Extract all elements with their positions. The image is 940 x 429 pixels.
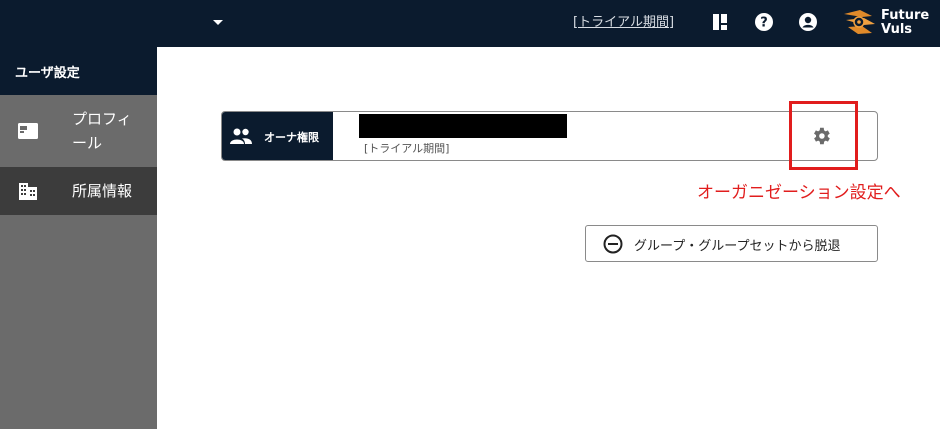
people-icon	[230, 128, 252, 144]
logo-text-line1: Future	[881, 8, 930, 23]
building-icon	[19, 183, 37, 200]
logo-text: Future Vuls	[881, 9, 929, 37]
svg-text:?: ?	[760, 16, 768, 31]
logo-text-line2: Vuls	[881, 22, 913, 37]
role-label: オーナ権限	[264, 131, 319, 144]
annotation-highlight-box	[789, 101, 858, 170]
minus-circle-icon	[603, 234, 623, 254]
organization-subtitle: [トライアル期間]	[364, 142, 450, 155]
sidebar-item-label-line2: ール	[72, 134, 103, 152]
redacted-organization-name	[359, 114, 567, 138]
sidebar-item-profile[interactable]: プロフィ ール	[0, 95, 157, 167]
sidebar-item-organization[interactable]: 所属情報	[0, 167, 157, 215]
id-card-icon	[18, 123, 38, 139]
leave-group-button-label: グループ・グループセットから脱退	[634, 239, 841, 254]
logo-mark-icon	[844, 10, 875, 34]
dropdown-caret-icon[interactable]	[213, 20, 223, 25]
sidebar-item-label: 所属情報	[72, 182, 133, 200]
sidebar-item-label-line1: プロフィ	[72, 110, 132, 128]
futurevuls-logo[interactable]: Future Vuls	[842, 6, 934, 42]
trial-period-link[interactable]: [トライアル期間]	[573, 11, 674, 30]
top-navigation-bar: [トライアル期間] ? Future Vuls	[0, 0, 940, 47]
help-icon[interactable]: ?	[754, 12, 774, 32]
role-badge: オーナ権限	[222, 112, 333, 160]
organization-card: オーナ権限 [トライアル期間]	[221, 111, 878, 161]
leave-group-button[interactable]: グループ・グループセットから脱退	[585, 225, 878, 262]
sidebar-header: ユーザ設定	[0, 47, 157, 95]
account-icon[interactable]	[798, 12, 818, 32]
sidebar: ユーザ設定 プロフィ ール 所属情報	[0, 47, 157, 429]
board-icon[interactable]	[710, 12, 730, 32]
sidebar-item-label: プロフィ ール	[72, 107, 132, 155]
annotation-label: オーガニゼーション設定へ	[697, 183, 901, 203]
sidebar-title: ユーザ設定	[15, 66, 80, 81]
